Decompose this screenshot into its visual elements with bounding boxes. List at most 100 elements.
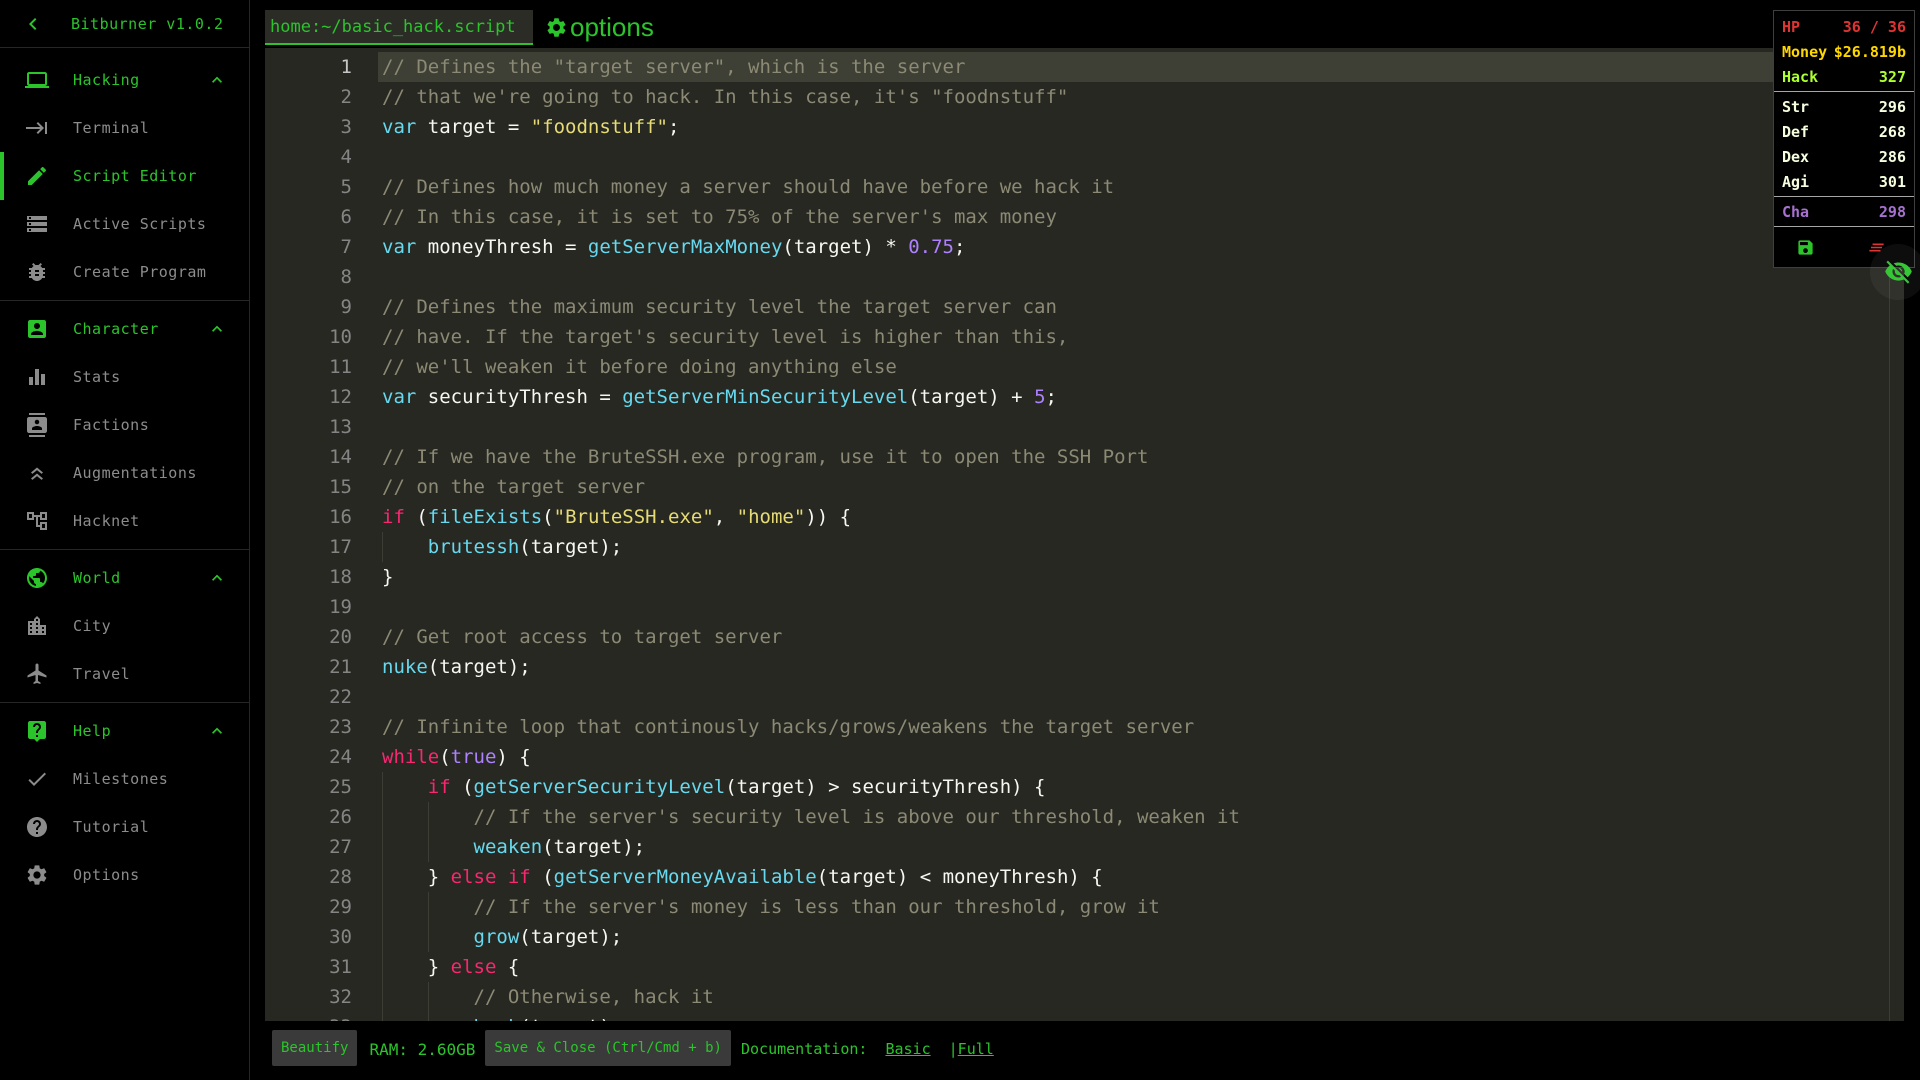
code-line-28: 28} else if (getServerMoneyAvailable(tar… xyxy=(265,862,1904,892)
sidebar-item-city[interactable]: City xyxy=(0,602,249,650)
indent-guide xyxy=(382,952,383,982)
sidebar-item-travel[interactable]: Travel xyxy=(0,650,249,698)
code-line-18: 18} xyxy=(265,562,1904,592)
code-line-20: 20// Get root access to target server xyxy=(265,622,1904,652)
stat-label: Hack xyxy=(1782,67,1819,86)
sidebar-item-terminal[interactable]: Terminal xyxy=(0,104,249,152)
sidebar-item-help[interactable]: Help xyxy=(0,707,249,755)
line-number: 29 xyxy=(329,896,352,918)
eye-off-icon[interactable] xyxy=(1870,244,1920,300)
editor-options-button[interactable]: options xyxy=(545,14,654,40)
code-line-8: 8 xyxy=(265,262,1904,292)
overview-divider xyxy=(1774,196,1914,197)
sidebar-item-world[interactable]: World xyxy=(0,554,249,602)
code-line-29: 29// If the server's money is less than … xyxy=(265,892,1904,922)
sidebar-item-character[interactable]: Character xyxy=(0,305,249,353)
line-number: 6 xyxy=(340,206,352,228)
stat-row-cha: Cha 298 xyxy=(1774,199,1914,224)
bug-icon xyxy=(25,260,49,284)
sidebar-item-label: Factions xyxy=(73,416,150,434)
character-overview-panel[interactable]: HP 36 / 36 Money $26.819b Hack 327 Str 296 Def 26… xyxy=(1773,10,1915,268)
stat-row-dex: Dex 286 xyxy=(1774,144,1914,169)
stat-label: Cha xyxy=(1782,202,1810,221)
line-number: 11 xyxy=(329,356,352,378)
sidebar-item-active-scripts[interactable]: Active Scripts xyxy=(0,200,249,248)
code-line-31: 31} else { xyxy=(265,952,1904,982)
line-number: 18 xyxy=(329,566,352,588)
sidebar-item-options[interactable]: Options xyxy=(0,851,249,899)
line-number: 20 xyxy=(329,626,352,648)
doc-full-link[interactable]: Full xyxy=(958,1040,994,1058)
tab-basic-hack-script[interactable]: home:~/basic_hack.script xyxy=(265,10,533,45)
code-area: 1// Defines the "target server", which i… xyxy=(265,48,1904,1021)
code-line-5: 5// Defines how much money a server shou… xyxy=(265,172,1904,202)
indent-guide xyxy=(382,982,383,1012)
code-line-1: 1// Defines the "target server", which i… xyxy=(265,52,1904,82)
line-number: 1 xyxy=(340,56,352,78)
ram-usage-label: RAM: 2.60GB xyxy=(369,1040,476,1059)
line-number: 9 xyxy=(340,296,352,318)
sidebar-item-milestones[interactable]: Milestones xyxy=(0,755,249,803)
indent-guide xyxy=(382,892,383,922)
code-line-4: 4 xyxy=(265,142,1904,172)
sidebar-item-label: Create Program xyxy=(73,263,207,281)
sidebar-item-create-program[interactable]: Create Program xyxy=(0,248,249,296)
sidebar-item-label: Script Editor xyxy=(73,167,197,185)
stat-label: Money xyxy=(1782,42,1828,61)
city-icon xyxy=(25,614,49,638)
indent-guide xyxy=(382,772,383,802)
stat-value: 301 xyxy=(1878,172,1906,191)
tab-label: home:~/basic_hack.script xyxy=(270,16,516,37)
sidebar-item-tutorial[interactable]: Tutorial xyxy=(0,803,249,851)
person-badge-icon xyxy=(25,317,49,341)
code-line-7: 7 var moneyThresh = getServerMaxMoney(tar… xyxy=(265,232,1904,262)
code-editor[interactable]: 1// Defines the "target server", which i… xyxy=(265,48,1904,1021)
chevron-up-icon xyxy=(207,319,227,339)
sidebar: Bitburner v1.0.2 Hacking Terminal Script E… xyxy=(0,0,250,1080)
line-number: 27 xyxy=(329,836,352,858)
code-line-17: 17 brutessh(target); xyxy=(265,532,1904,562)
indent-guide xyxy=(427,802,429,832)
indent-guide xyxy=(382,802,383,832)
sidebar-item-label: Tutorial xyxy=(73,818,150,836)
line-number: 4 xyxy=(340,146,352,168)
sidebar-item-script-editor[interactable]: Script Editor xyxy=(0,152,249,200)
beautify-button[interactable]: Beautify xyxy=(272,1030,358,1066)
save-close-button[interactable]: Save & Close (Ctrl/Cmd + b) xyxy=(485,1030,731,1066)
sidebar-item-label: City xyxy=(73,617,112,635)
indent-guide xyxy=(427,1012,429,1021)
doc-basic-link[interactable]: Basic xyxy=(885,1040,930,1058)
stat-row-hack: Hack 327 xyxy=(1774,64,1914,89)
stat-value: 286 xyxy=(1878,147,1906,166)
sidebar-divider xyxy=(0,549,249,550)
line-number: 25 xyxy=(329,776,352,798)
indent-guide xyxy=(427,892,429,922)
check-icon xyxy=(25,767,49,791)
globe-icon xyxy=(25,566,49,590)
code-line-27: 27 weaken(target); xyxy=(265,832,1904,862)
sidebar-item-augmentations[interactable]: Augmentations xyxy=(0,449,249,497)
chevron-left-icon[interactable] xyxy=(21,12,45,36)
code-line-12: 12 var securityThresh = getServerMinSecur… xyxy=(265,382,1904,412)
stat-row-money: Money $26.819b xyxy=(1774,39,1914,64)
sidebar-item-hacknet[interactable]: Hacknet xyxy=(0,497,249,545)
sidebar-menu: Hacking Terminal Script Editor Active Scrip… xyxy=(0,48,249,899)
code-line-16: 16 if (fileExists("BruteSSH.exe", "home")… xyxy=(265,502,1904,532)
code-line-25: 25 if (getServerSecurityLevel(target) > s… xyxy=(265,772,1904,802)
sidebar-divider xyxy=(0,702,249,703)
sidebar-header: Bitburner v1.0.2 xyxy=(0,0,249,48)
sidebar-item-hacking[interactable]: Hacking xyxy=(0,56,249,104)
indent-guide xyxy=(382,922,383,952)
sidebar-item-stats[interactable]: Stats xyxy=(0,353,249,401)
indent-guide xyxy=(427,832,429,862)
indent-guide xyxy=(382,1012,383,1021)
save-icon[interactable] xyxy=(1796,238,1815,257)
line-number: 21 xyxy=(329,656,352,678)
line-number: 23 xyxy=(329,716,352,738)
overview-stats: HP 36 / 36 Money $26.819b Hack 327 Str 296 Def 26… xyxy=(1774,14,1914,227)
gear-icon xyxy=(25,863,49,887)
sidebar-item-factions[interactable]: Factions xyxy=(0,401,249,449)
sidebar-item-label: Character xyxy=(73,320,159,338)
stat-label: Def xyxy=(1782,122,1810,141)
line-number: 13 xyxy=(329,416,352,438)
